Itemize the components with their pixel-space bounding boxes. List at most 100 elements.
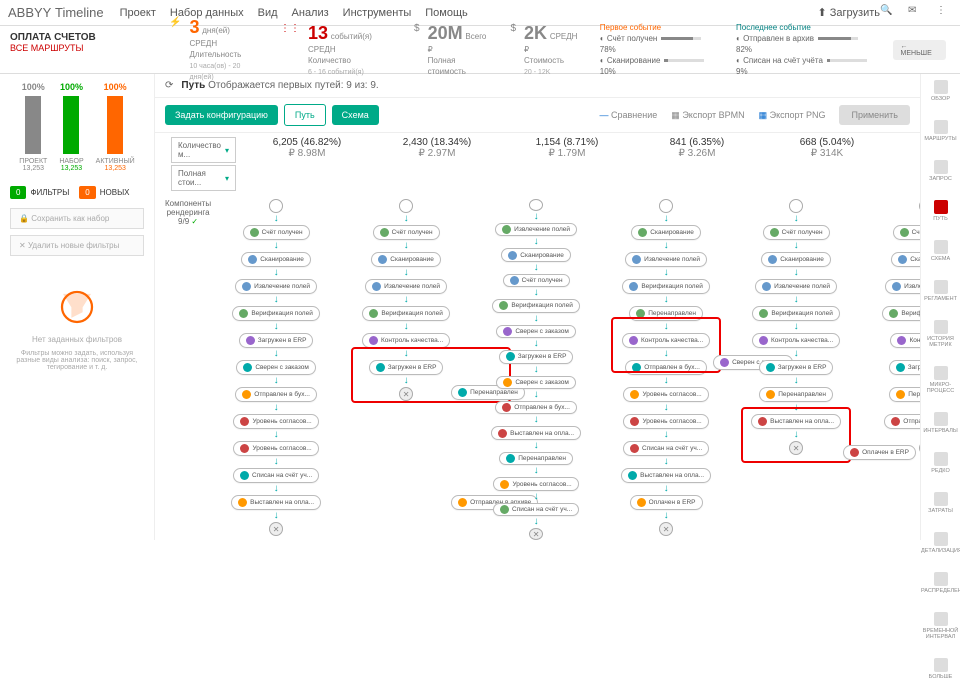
menu-item[interactable]: Проект (120, 7, 156, 19)
process-node[interactable]: Загружен в ERP (499, 350, 574, 363)
process-node[interactable]: Списан на счёт уч... (623, 441, 709, 456)
rail-item[interactable]: ИСТОРИЯ МЕТРИК (921, 320, 960, 348)
process-node[interactable]: Перенаправлен (889, 387, 920, 402)
process-node[interactable]: Сверен с заказом (496, 376, 576, 389)
process-node[interactable]: Верификация полей (622, 279, 710, 294)
new-count[interactable]: 0 (79, 186, 95, 199)
process-node[interactable]: Извлечение полей (885, 279, 920, 294)
end-node: ✕ (919, 441, 920, 455)
process-node[interactable]: Контроль качества... (362, 333, 450, 348)
process-node[interactable]: Контроль качества... (622, 333, 710, 348)
mail-icon[interactable]: ✉ (908, 5, 924, 21)
rail-item[interactable]: БОЛЬШЕ (921, 658, 960, 680)
process-node[interactable]: Уровень согласов... (233, 414, 318, 429)
upload-btn[interactable]: ⬆ Загрузить (817, 6, 880, 19)
export-bpmn[interactable]: ▦ Экспорт BPMN (671, 110, 744, 121)
process-node[interactable]: Сверен с заказом (496, 325, 576, 338)
menu-item[interactable]: Вид (258, 7, 278, 19)
process-node[interactable]: Сканирование (891, 252, 920, 267)
rail-item[interactable]: МАРШРУТЫ (921, 120, 960, 142)
menu-item[interactable]: Анализ (292, 7, 329, 19)
process-node[interactable]: Извлечение полей (755, 279, 837, 294)
process-node[interactable]: Отправлен в бух... (495, 401, 577, 414)
path-col-header: 668 (5.04%)₽ 314K (762, 137, 892, 191)
process-node[interactable]: Уровень согласов... (493, 477, 578, 490)
process-node[interactable]: Сканирование (501, 248, 571, 261)
rail-item[interactable]: ПУТЬ (921, 200, 960, 222)
process-node[interactable]: Извлечение полей (495, 223, 577, 236)
process-node[interactable]: Извлечение полей (235, 279, 317, 294)
process-node[interactable]: Загружен в ERP (239, 333, 314, 348)
process-node[interactable]: Извлечение полей (625, 252, 707, 267)
process-node[interactable]: Загружен в ERP (759, 360, 834, 375)
process-node[interactable]: Отправлен в бух... (625, 360, 707, 375)
process-node[interactable]: Верификация полей (362, 306, 450, 321)
process-node[interactable]: Счёт получен (893, 225, 920, 240)
start-node (399, 199, 413, 213)
process-node[interactable]: Сканирование (371, 252, 441, 267)
process-node[interactable]: Верификация полей (882, 306, 920, 321)
search-icon[interactable]: 🔍 (880, 5, 896, 21)
process-node[interactable]: Отправлен в архив (884, 414, 920, 429)
process-node[interactable]: Выставлен на опла... (231, 495, 321, 510)
process-node[interactable]: Счёт получен (243, 225, 310, 240)
process-node[interactable]: Перенаправлен (499, 452, 573, 465)
process-node[interactable]: Контроль кач... (890, 333, 920, 348)
rail-item[interactable]: ИНТЕРВАЛЫ (921, 412, 960, 434)
process-node[interactable]: Перенаправлен (759, 387, 833, 402)
last-event: Последнее событие ◐ Отправлен в архив82%… (736, 22, 873, 78)
process-node[interactable]: Списан на счёт уч... (233, 468, 319, 483)
process-node[interactable]: Верификация полей (232, 306, 320, 321)
process-node[interactable]: Выставлен на опла... (491, 426, 581, 439)
export-png[interactable]: ▦ Экспорт PNG (759, 110, 826, 121)
select-cost[interactable]: Полная стои... (171, 165, 236, 191)
rail-item[interactable]: ВРЕМЕННОЙ ИНТЕРВАЛ (921, 612, 960, 640)
process-node[interactable]: Загружен в ERP (889, 360, 920, 375)
menu-item[interactable]: Инструменты (343, 7, 412, 19)
rail-item[interactable]: МИКРО-ПРОЦЕСС (921, 366, 960, 394)
process-node[interactable]: Сканирование (631, 225, 701, 240)
more-icon[interactable]: ⋮ (936, 5, 952, 21)
process-node[interactable]: Отправлен в бух... (235, 387, 317, 402)
process-node[interactable]: Загружен в ERP (369, 360, 444, 375)
rail-item[interactable]: ЗАТРАТЫ (921, 492, 960, 514)
filters-count[interactable]: 0 (10, 186, 26, 199)
delete-filters-btn[interactable]: ✕ Удалить новые фильтры (10, 235, 144, 256)
process-node[interactable]: Счёт получен (503, 274, 570, 287)
refresh-icon[interactable]: ⟳ (165, 80, 173, 91)
process-node[interactable]: Сверен с заказом (236, 360, 316, 375)
collapse-btn[interactable]: ← МЕНЬШЕ (893, 40, 946, 60)
process-node[interactable]: Уровень согласов... (623, 414, 708, 429)
process-node[interactable]: Счёт получен (373, 225, 440, 240)
process-node[interactable]: Уровень согласов... (233, 441, 318, 456)
compare-link[interactable]: — Сравнение (600, 110, 658, 120)
rail-item[interactable]: ОБЗОР (921, 80, 960, 102)
rail-item[interactable]: РАСПРЕДЕЛЕНИЕ (921, 572, 960, 594)
process-node[interactable]: Сканирование (761, 252, 831, 267)
process-node[interactable]: Списан на счёт уч... (493, 503, 579, 516)
schema-tab[interactable]: Схема (332, 105, 379, 125)
process-node[interactable]: Выставлен на опла... (621, 468, 711, 483)
process-node[interactable]: Уровень согласов... (623, 387, 708, 402)
rail-item[interactable]: ЗАПРОС (921, 160, 960, 182)
process-node[interactable]: Контроль качества... (752, 333, 840, 348)
rail-item[interactable]: СХЕМА (921, 240, 960, 262)
path-col-header: 532 (4.01%)₽ 490K (892, 137, 920, 191)
rail-item[interactable]: РЕГЛАМЕНТ (921, 280, 960, 302)
process-node[interactable]: Верификация полей (492, 299, 580, 312)
path-tab[interactable]: Путь (284, 104, 326, 126)
rail-item[interactable]: РЕДКО (921, 452, 960, 474)
menu-item[interactable]: Помощь (425, 7, 468, 19)
process-node[interactable]: Выставлен на опла... (751, 414, 841, 429)
process-node[interactable]: Оплачен в ERP (630, 495, 703, 510)
process-node[interactable]: Верификация полей (752, 306, 840, 321)
process-node[interactable]: Счёт получен (763, 225, 830, 240)
select-metric[interactable]: Количество м... (171, 137, 236, 163)
save-set-btn[interactable]: 🔒 Сохранить как набор (10, 208, 144, 229)
process-node[interactable]: Сканирование (241, 252, 311, 267)
process-node[interactable]: Извлечение полей (365, 279, 447, 294)
apply-btn[interactable]: Применить (839, 105, 910, 125)
rail-item[interactable]: ДЕТАЛИЗАЦИЯ (921, 532, 960, 554)
process-node[interactable]: Перенаправлен (629, 306, 703, 321)
config-btn[interactable]: Задать конфигурацию (165, 105, 278, 125)
